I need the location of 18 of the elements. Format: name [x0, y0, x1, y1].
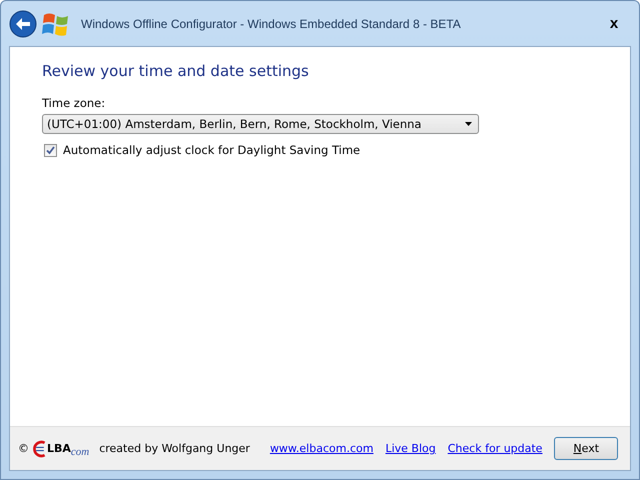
dst-checkbox[interactable]	[44, 144, 57, 156]
footer-link[interactable]: Check for update	[448, 442, 542, 455]
logo-suffix: com	[70, 446, 90, 458]
window-title: Windows Offline Configurator - Windows Embedded Standard 8 - BETA	[81, 16, 462, 30]
dropdown-arrow-icon	[465, 122, 472, 126]
page-heading: Review your time and date settings	[42, 62, 310, 80]
letter-c-logo-icon	[33, 438, 47, 460]
time-zone-dropdown[interactable]: (UTC+01:00) Amsterdam, Berlin, Bern, Rome, Stockholm, Vienna	[42, 114, 479, 134]
footer-link[interactable]: Live Blog	[385, 442, 436, 455]
dst-checkbox-label: Automatically adjust clock for Daylight Saving Time	[63, 143, 360, 157]
copyright-symbol: ©	[18, 442, 29, 455]
back-icon[interactable]	[9, 10, 37, 38]
close-button[interactable]: x	[597, 10, 631, 36]
logo-text: LBA	[46, 442, 71, 455]
next-button[interactable]: Next	[554, 437, 618, 460]
footer-link[interactable]: www.elbacom.com	[270, 442, 374, 455]
time-zone-label: Time zone:	[42, 96, 106, 110]
credit-text: created by Wolfgang Unger	[99, 442, 250, 455]
